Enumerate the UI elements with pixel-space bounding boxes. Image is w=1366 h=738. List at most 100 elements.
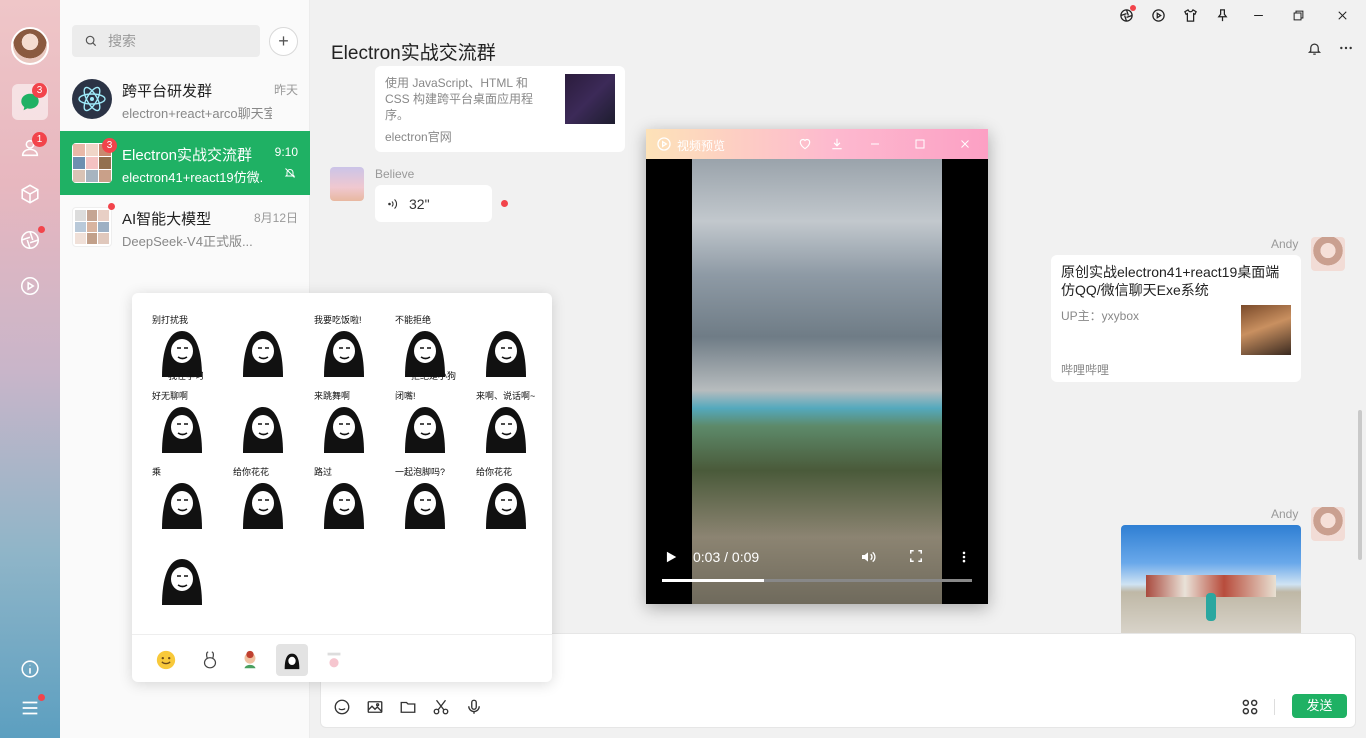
emoji-tab-face[interactable]: [150, 644, 182, 676]
play-circle-icon: [657, 137, 671, 151]
sticker-item[interactable]: 别打扰我 我在学习: [150, 315, 214, 381]
sticker-item[interactable]: 路过: [312, 467, 376, 531]
bell-icon: [1307, 43, 1321, 55]
nav-moments[interactable]: [12, 222, 48, 258]
nav-contacts[interactable]: 1: [12, 130, 48, 166]
user-avatar[interactable]: [11, 27, 49, 65]
sticker-item[interactable]: 不能拒绝拒绝是小狗: [393, 315, 457, 381]
favorite-button[interactable]: [797, 136, 813, 152]
scrollbar[interactable]: [1358, 410, 1362, 560]
add-button[interactable]: +: [269, 27, 298, 56]
sticker-item[interactable]: 来跳舞啊: [312, 391, 376, 455]
notify-button[interactable]: [1306, 40, 1322, 56]
video-time: 0:03 / 0:09: [693, 549, 760, 565]
chat-badge: 3: [32, 83, 47, 98]
chat-title: Electron实战交流群: [331, 43, 496, 64]
sticker-caption: 不能拒绝: [395, 315, 432, 325]
video-frame[interactable]: [692, 159, 942, 604]
voice-wave-icon: [388, 198, 397, 209]
sender-avatar[interactable]: [1311, 237, 1345, 271]
voice-message[interactable]: 32": [375, 185, 492, 222]
search-input[interactable]: [108, 33, 248, 49]
maximize-icon: [915, 139, 925, 149]
cube-icon: [21, 184, 39, 204]
minimize-icon: [1253, 14, 1263, 16]
nav-about[interactable]: [12, 651, 48, 687]
folder-icon: [400, 701, 415, 713]
send-button[interactable]: 发送: [1292, 694, 1347, 718]
sticker-caption: 一起泡脚吗?: [395, 467, 446, 477]
image-message[interactable]: [1121, 525, 1301, 633]
video-preview-window: 视频预览 0:03 / 0:09: [646, 129, 988, 604]
file-button[interactable]: [397, 696, 418, 717]
download-button[interactable]: [829, 136, 845, 152]
emoji-button[interactable]: [331, 696, 352, 717]
volume-icon[interactable]: [859, 549, 877, 565]
sticker-item[interactable]: 我要吃饭啦!: [312, 315, 376, 379]
sticker-caption-bottom: 拒绝是小狗: [411, 371, 457, 381]
sender-avatar[interactable]: [1311, 507, 1345, 541]
sender-avatar[interactable]: [330, 167, 364, 201]
aperture-icon: [20, 230, 40, 250]
share-card-message[interactable]: 原创实战electron41+react19桌面端仿QQ/微信聊天Exe系统 U…: [1051, 255, 1301, 382]
sticker-item[interactable]: 给你花花: [474, 467, 538, 531]
sticker-caption: 乘: [152, 467, 162, 477]
sticker-item[interactable]: 给你花花: [231, 467, 295, 531]
sticker-item[interactable]: 闭嘴!: [393, 391, 457, 455]
meme-face-icon: [162, 559, 202, 605]
sticker-item[interactable]: [474, 315, 538, 379]
fullscreen-icon[interactable]: [909, 549, 923, 563]
link-card-message[interactable]: 使用 JavaScript、HTML 和 CSS 构建跨平台桌面应用程序。 el…: [375, 66, 625, 152]
contacts-badge: 1: [32, 132, 47, 147]
nav-chat[interactable]: 3: [12, 83, 48, 120]
more-vertical-icon[interactable]: [957, 549, 971, 565]
conversation-name: 跨平台研发群: [122, 83, 213, 100]
sender-name: Believe: [375, 167, 415, 181]
smiley-face-icon: [156, 650, 176, 670]
sticker-item[interactable]: [231, 391, 295, 455]
sticker-item[interactable]: 一起泡脚吗?: [393, 467, 457, 531]
play-icon[interactable]: [664, 549, 678, 565]
conversation-preview: electron+react+arco聊天室: [122, 106, 272, 121]
pin-icon: [1217, 8, 1227, 21]
nav-video[interactable]: [12, 268, 48, 304]
sticker-item[interactable]: [231, 315, 295, 379]
conversation-item[interactable]: AI智能大模型 DeepSeek-V4正式版... 8月12日: [60, 195, 310, 259]
share-card-source: 哔哩哔哩: [1061, 363, 1110, 377]
restore-icon: [1293, 10, 1303, 20]
apps-icon[interactable]: [1240, 697, 1260, 717]
nav-box[interactable]: [12, 176, 48, 212]
emoji-tab-cartoon[interactable]: [234, 644, 266, 676]
more-button[interactable]: [1338, 40, 1354, 56]
close-button[interactable]: [1318, 0, 1366, 30]
image-button[interactable]: [364, 696, 385, 717]
sticker-item[interactable]: 好无聊啊: [150, 391, 214, 455]
video-title: 视频预览: [677, 139, 726, 153]
link-card-description: 使用 JavaScript、HTML 和 CSS 构建跨平台桌面应用程序。: [385, 76, 534, 122]
video-maximize-button[interactable]: [912, 136, 928, 152]
restore-button[interactable]: [1278, 0, 1318, 30]
emoji-tab-bunny[interactable]: [194, 644, 226, 676]
link-card-thumbnail: [565, 74, 615, 124]
minimize-button[interactable]: [1238, 0, 1278, 30]
skin-button[interactable]: [1174, 0, 1206, 30]
video-close-button[interactable]: [957, 136, 973, 152]
voice-button[interactable]: [463, 696, 484, 717]
sticker-item[interactable]: [150, 543, 214, 607]
sticker-item[interactable]: 来啊、说话啊~: [474, 391, 538, 455]
nav-menu[interactable]: [12, 690, 48, 726]
search-icon: [85, 35, 97, 47]
conversation-item-active[interactable]: 3 Electron实战交流群 electron41+react19仿微... …: [60, 131, 310, 195]
moments-button[interactable]: [1110, 0, 1142, 30]
close-icon: [961, 140, 969, 148]
video-minimize-button[interactable]: [867, 136, 883, 152]
pin-button[interactable]: [1206, 0, 1238, 30]
screenshot-button[interactable]: [430, 696, 451, 717]
video-button[interactable]: [1142, 0, 1174, 30]
conversation-item[interactable]: 跨平台研发群 electron+react+arco聊天室 昨天: [60, 67, 310, 131]
emoji-tab-pink[interactable]: [318, 644, 350, 676]
emoji-tab-meme[interactable]: [276, 644, 308, 676]
video-progress-bar[interactable]: [662, 579, 972, 582]
sticker-item[interactable]: 乘: [150, 467, 214, 531]
mute-bell-icon: [284, 168, 296, 178]
